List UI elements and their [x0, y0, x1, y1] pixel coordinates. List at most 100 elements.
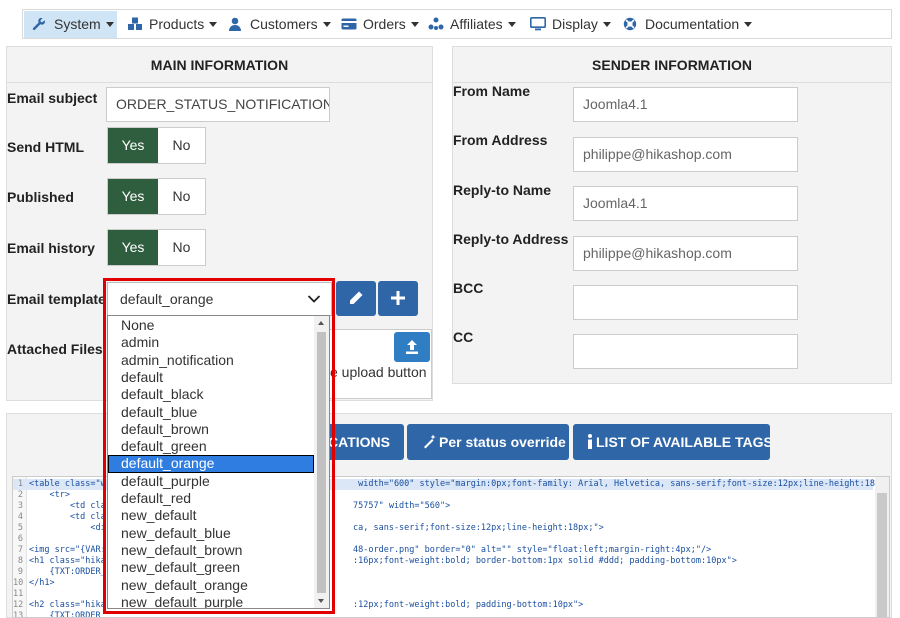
template-option[interactable]: default_green — [108, 438, 314, 455]
code-text-right: 48-order.png" border="0" alt="" style="f… — [353, 545, 712, 555]
template-option[interactable]: default_blue — [108, 404, 314, 421]
credit-card-icon — [341, 18, 357, 30]
template-option[interactable]: admin — [108, 334, 314, 351]
template-option[interactable]: default_red — [108, 490, 314, 507]
code-text-left: <h1 class="hika — [29, 556, 106, 566]
editor-scrollbar-thumb[interactable] — [877, 493, 887, 617]
cc-label: CC — [453, 329, 474, 345]
code-text-left: <di — [29, 523, 106, 533]
scroll-up-icon[interactable] — [318, 321, 324, 325]
menu-display[interactable]: Display — [522, 11, 614, 38]
attached-files-label: Attached Files — [7, 341, 103, 357]
edit-template-button[interactable] — [336, 281, 376, 316]
menu-orders[interactable]: Orders — [333, 11, 419, 38]
menu-affiliates[interactable]: Affiliates — [420, 11, 520, 38]
per-status-override-button[interactable]: Per status override — [407, 424, 569, 460]
from-address-input[interactable]: philippe@hikashop.com — [573, 137, 798, 172]
template-option[interactable]: default_orange — [108, 455, 314, 473]
top-menu-bar: System Products Customers Orders Affilia… — [22, 9, 892, 39]
reply-to-address-input[interactable]: philippe@hikashop.com — [573, 236, 798, 271]
email-history-no-button[interactable]: No — [158, 230, 205, 265]
line-number: 3 — [17, 501, 23, 511]
template-option[interactable]: default_black — [108, 386, 314, 403]
line-number: 2 — [17, 490, 23, 500]
bcc-input[interactable] — [573, 285, 798, 320]
code-text-left: <td cla — [29, 501, 106, 511]
line-number: 8 — [17, 556, 23, 566]
reply-to-address-label: Reply-to Address — [453, 231, 569, 247]
email-template-select[interactable]: default_orange — [107, 282, 332, 316]
menu-system[interactable]: System — [24, 11, 117, 38]
line-number: 9 — [17, 567, 23, 577]
email-subject-input[interactable]: ORDER_STATUS_NOTIFICATION_SUBJECT — [106, 87, 330, 122]
template-option[interactable]: new_default_orange — [108, 577, 314, 594]
wrench-icon — [32, 17, 45, 31]
add-template-button[interactable] — [378, 281, 418, 316]
cubes-icon — [128, 17, 142, 30]
template-option[interactable]: default_brown — [108, 421, 314, 438]
template-option[interactable]: default — [108, 369, 314, 386]
menu-customers[interactable]: Customers — [220, 11, 332, 38]
pencil-icon — [350, 291, 363, 304]
menu-documentation[interactable]: Documentation — [615, 11, 753, 38]
upload-button[interactable] — [394, 332, 430, 362]
send-html-label: Send HTML — [7, 139, 84, 155]
line-number: 12 — [13, 600, 24, 610]
email-history-label: Email history — [7, 240, 95, 256]
line-number: 1 — [17, 479, 23, 489]
per-status-override-label: Per status override — [439, 434, 566, 450]
monitor-icon — [530, 17, 546, 31]
template-option[interactable]: admin_notification — [108, 352, 314, 369]
published-no-button[interactable]: No — [158, 179, 205, 214]
reply-to-name-input[interactable]: Joomla4.1 — [573, 186, 798, 221]
email-history-yes-button[interactable]: Yes — [108, 230, 158, 265]
scroll-down-icon[interactable] — [318, 599, 324, 603]
chevron-down-icon — [410, 22, 419, 27]
options-scrollbar-thumb[interactable] — [317, 332, 326, 593]
code-text-right: width="600" style="margin:0px;font-famil… — [353, 479, 890, 489]
list-of-tags-label: LIST OF AVAILABLE TAGS — [596, 434, 770, 450]
template-option[interactable]: new_default_brown — [108, 542, 314, 559]
cc-input[interactable] — [573, 334, 798, 369]
line-number: 4 — [17, 512, 23, 522]
published-toggle: Yes No — [107, 178, 206, 215]
code-text-right: 75757" width="560"> — [353, 501, 451, 511]
code-text-left: <img src="{VAR: — [29, 545, 106, 555]
line-number: 7 — [17, 545, 23, 555]
code-text-right: :16px;font-weight:bold; border-bottom:1p… — [353, 556, 737, 566]
template-option[interactable]: None — [108, 317, 314, 334]
template-option[interactable]: new_default_purple — [108, 594, 314, 608]
line-number: 13 — [13, 611, 24, 618]
chevron-down-icon — [209, 22, 218, 27]
from-name-input[interactable]: Joomla4.1 — [573, 87, 798, 122]
email-subject-label: Email subject — [7, 90, 98, 106]
published-yes-button[interactable]: Yes — [108, 179, 158, 214]
editor-scrollbar[interactable] — [875, 477, 889, 617]
send-html-no-button[interactable]: No — [158, 128, 205, 163]
template-option[interactable]: default_purple — [108, 473, 314, 490]
options-scrollbar[interactable] — [314, 316, 329, 608]
panel-title: SENDER INFORMATION — [453, 47, 891, 83]
template-option[interactable]: new_default — [108, 507, 314, 524]
line-number: 10 — [13, 578, 24, 588]
send-html-yes-button[interactable]: Yes — [108, 128, 158, 163]
chevron-down-icon — [507, 22, 516, 27]
code-text-left: </h1> — [29, 578, 55, 588]
line-number: 6 — [17, 534, 23, 544]
magic-wand-icon — [424, 434, 436, 449]
email-history-toggle: Yes No — [107, 229, 206, 266]
menu-products[interactable]: Products — [119, 11, 219, 38]
template-option[interactable]: new_default_green — [108, 559, 314, 576]
list-of-tags-button[interactable]: LIST OF AVAILABLE TAGS — [573, 424, 770, 460]
upload-hint-text: e upload button — [330, 364, 427, 380]
code-text-left: <tr> — [29, 490, 70, 500]
chevron-down-icon — [602, 22, 611, 27]
sitemap-icon — [428, 17, 444, 30]
chevron-down-icon — [307, 295, 321, 303]
code-text-left: {TXT:ORDER_ — [29, 567, 106, 577]
template-option[interactable]: new_default_blue — [108, 525, 314, 542]
email-template-options-list[interactable]: None admin admin_notification default defaul… — [107, 315, 330, 609]
email-template-selected-value: default_orange — [120, 291, 214, 307]
chevron-down-icon — [744, 22, 753, 27]
menu-label: Documentation — [645, 16, 740, 32]
